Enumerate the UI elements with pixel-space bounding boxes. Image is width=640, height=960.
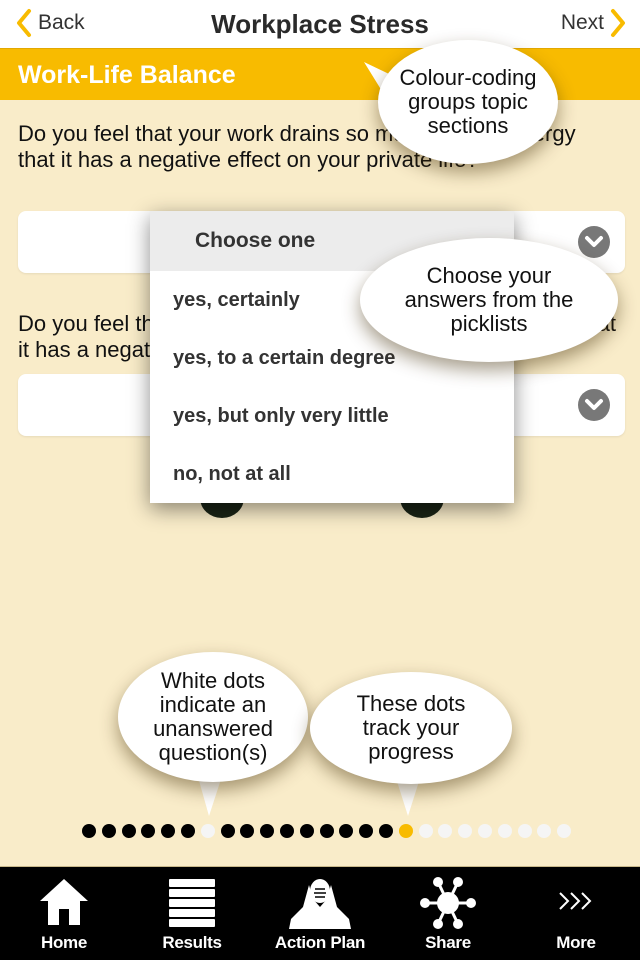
progress-dot-answered[interactable] xyxy=(141,824,156,838)
navigation-bar: Back Workplace Stress Next xyxy=(0,0,640,48)
progress-dot-unanswered[interactable] xyxy=(557,824,572,838)
progress-dot-unanswered[interactable] xyxy=(497,824,512,838)
callout-line: White dots xyxy=(161,668,265,693)
progress-dots xyxy=(82,824,572,838)
progress-dot-answered[interactable] xyxy=(378,824,393,838)
progress-dot-unanswered[interactable] xyxy=(200,824,215,838)
picklist-option[interactable]: yes, but only very little xyxy=(150,387,514,445)
tab-results[interactable]: Results xyxy=(128,867,256,960)
dropdown-caret-icon xyxy=(578,389,610,421)
progress-dot-answered[interactable] xyxy=(260,824,275,838)
page-title: Workplace Stress xyxy=(211,9,429,39)
progress-dot-answered[interactable] xyxy=(279,824,294,838)
progress-dot-answered[interactable] xyxy=(161,824,176,838)
list-icon xyxy=(169,879,215,927)
progress-dot-answered[interactable] xyxy=(121,824,136,838)
callout-line: picklists xyxy=(450,311,528,336)
picklist-option[interactable]: no, not at all xyxy=(150,445,514,503)
callout-line: groups topic xyxy=(408,89,528,114)
dropdown-caret-icon xyxy=(578,226,610,258)
callout-line: track your xyxy=(362,715,460,740)
progress-dot-answered[interactable] xyxy=(339,824,354,838)
progress-dot-unanswered[interactable] xyxy=(517,824,532,838)
tab-bar: Home Results Action Plan Share More xyxy=(0,866,640,960)
callout-line: indicate an xyxy=(159,692,267,717)
callout-line: answers from the xyxy=(404,287,574,312)
callout-line: question(s) xyxy=(158,740,268,765)
progress-dot-answered[interactable] xyxy=(180,824,195,838)
progress-dot-answered[interactable] xyxy=(82,824,96,838)
more-chevrons-icon xyxy=(559,892,592,910)
progress-dot-unanswered[interactable] xyxy=(477,824,492,838)
tab-label: Share xyxy=(425,933,471,952)
chevron-right-icon xyxy=(611,9,625,37)
tab-more[interactable]: More xyxy=(512,867,640,960)
progress-dot-answered[interactable] xyxy=(299,824,314,838)
callout-line: These dots xyxy=(356,691,466,716)
next-button[interactable]: Next xyxy=(561,8,628,38)
tab-share[interactable]: Share xyxy=(384,867,512,960)
progress-dot-unanswered[interactable] xyxy=(458,824,473,838)
callout-picklists: Choose your answers from the picklists xyxy=(360,238,618,362)
callout-line: progress xyxy=(368,739,454,764)
callout-line: unanswered xyxy=(153,716,273,741)
callout-line: Choose your xyxy=(426,263,552,288)
tab-home[interactable]: Home xyxy=(0,867,128,960)
tab-label: Results xyxy=(162,933,222,952)
section-title: Work-Life Balance xyxy=(18,61,236,89)
progress-dot-unanswered[interactable] xyxy=(438,824,453,838)
callout-track-progress: These dots track your progress xyxy=(310,672,512,784)
tab-label: More xyxy=(556,933,596,952)
share-network-icon xyxy=(420,877,476,929)
chevron-left-icon xyxy=(17,9,31,37)
callout-white-dots: White dots indicate an unanswered questi… xyxy=(118,652,308,782)
callout-colour-coding: Colour-coding groups topic sections xyxy=(378,40,558,164)
home-icon xyxy=(40,879,88,925)
back-button[interactable]: Back xyxy=(14,8,85,38)
stressed-person-icon xyxy=(289,879,351,929)
progress-dot-answered[interactable] xyxy=(319,824,334,838)
tab-action-plan[interactable]: Action Plan xyxy=(256,867,384,960)
progress-dot-answered[interactable] xyxy=(359,824,374,838)
progress-dot-answered[interactable] xyxy=(240,824,255,838)
progress-dot-unanswered[interactable] xyxy=(418,824,433,838)
tab-label: Action Plan xyxy=(274,933,366,952)
progress-dot-answered[interactable] xyxy=(101,824,116,838)
tab-label: Home xyxy=(40,933,88,952)
back-label: Back xyxy=(38,11,85,34)
callout-line: sections xyxy=(427,113,509,138)
callout-line: Colour-coding xyxy=(399,65,537,90)
progress-dot-unanswered[interactable] xyxy=(537,824,552,838)
progress-dot-answered[interactable] xyxy=(220,824,235,838)
next-label: Next xyxy=(560,11,604,34)
progress-dot-current[interactable] xyxy=(398,824,413,838)
